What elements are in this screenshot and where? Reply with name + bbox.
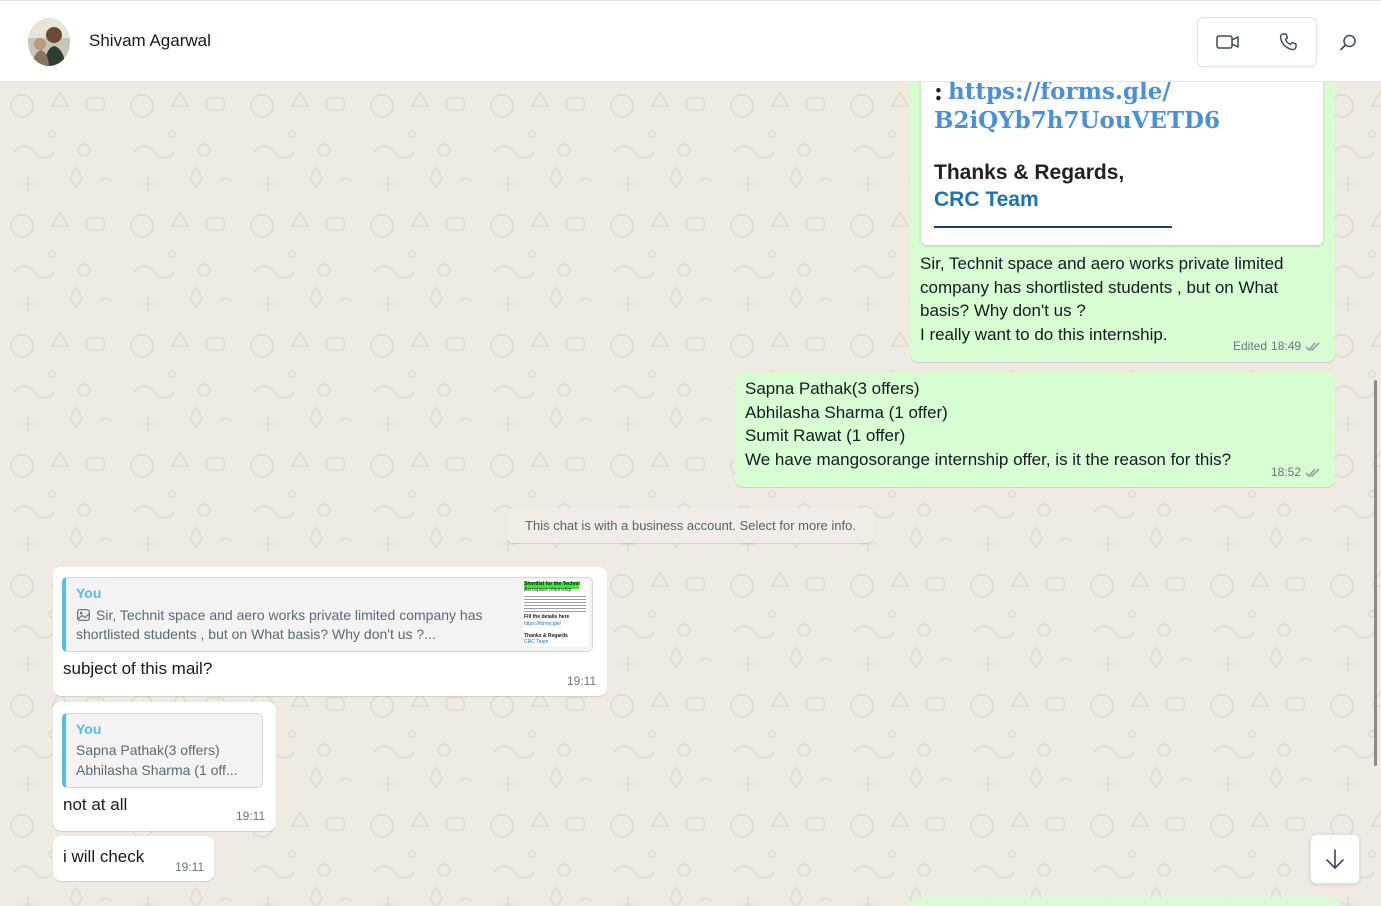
document-preview[interactable]: : https://forms.gle/ B2iQYb7h7UouVETD6 T…: [921, 82, 1323, 245]
search-icon: [1340, 34, 1356, 51]
message-text: not at all: [63, 795, 128, 814]
thumb-line: CRC Team: [524, 639, 549, 645]
chat-header: Shivam Agarwal: [0, 0, 1381, 82]
thumb-line: https://forms.gle/: [524, 621, 561, 627]
message-text: subject of this mail?: [63, 659, 213, 678]
message-time: 18:49: [1271, 339, 1302, 353]
message-meta: 19:11: [236, 809, 265, 823]
image-icon: [77, 609, 90, 621]
voice-call-button[interactable]: [1258, 18, 1318, 66]
message-bubble-outgoing-partial[interactable]: [910, 897, 1340, 906]
scroll-to-bottom-button[interactable]: [1310, 834, 1360, 884]
message-text: i will check: [63, 847, 145, 866]
quote-text: Sir, Technit space and aero works privat…: [76, 606, 526, 643]
document-divider: [934, 226, 1172, 228]
read-ticks-icon: [1305, 467, 1321, 478]
call-button-group: [1197, 17, 1317, 67]
chat-scrollbar[interactable]: [1374, 380, 1377, 766]
quote-author: You: [76, 721, 102, 737]
video-call-button[interactable]: [1198, 18, 1258, 66]
document-regards: Thanks & Regards,: [934, 161, 1125, 184]
message-bubble-incoming[interactable]: You Sir, Technit space and aero works pr…: [53, 567, 607, 696]
message-bubble-incoming[interactable]: i will check 19:11: [53, 836, 214, 881]
search-button[interactable]: [1333, 28, 1363, 58]
video-camera-icon: [1216, 35, 1239, 49]
message-meta: Edited 18:49: [1233, 339, 1321, 353]
message-bubble-incoming[interactable]: You Sapna Pathak(3 offers) Abhilasha Sha…: [53, 702, 276, 831]
message-text: Sir, Technit space and aero works privat…: [920, 254, 1284, 345]
message-meta: 19:11: [175, 860, 204, 874]
document-team: CRC Team: [934, 188, 1039, 211]
thumb-line: Fill the details here: [524, 614, 570, 620]
quote-text: Sapna Pathak(3 offers) Abhilasha Sharma …: [76, 742, 238, 778]
message-meta: 19:11: [567, 674, 596, 688]
quoted-message[interactable]: You Sapna Pathak(3 offers) Abhilasha Sha…: [62, 713, 263, 788]
quote-author: You: [76, 585, 102, 601]
message-bubble-outgoing[interactable]: : https://forms.gle/ B2iQYb7h7UouVETD6 T…: [910, 82, 1335, 362]
business-account-notice[interactable]: This chat is with a business account. Se…: [506, 508, 875, 543]
message-bubble-outgoing[interactable]: Sapna Pathak(3 offers) Abhilasha Sharma …: [735, 372, 1335, 487]
document-link[interactable]: https://forms.gle/ B2iQYb7h7UouVETD6: [934, 82, 1314, 135]
message-time: 19:11: [175, 860, 205, 874]
contact-avatar[interactable]: [28, 18, 70, 66]
message-text: Sapna Pathak(3 offers) Abhilasha Sharma …: [745, 379, 1232, 470]
edited-label: Edited: [1233, 339, 1268, 353]
message-meta: 18:52: [1271, 465, 1321, 479]
contact-name[interactable]: Shivam Agarwal: [89, 31, 211, 51]
quote-text-content: Sir, Technit space and aero works privat…: [76, 607, 483, 642]
phone-icon: [1279, 33, 1297, 51]
arrow-down-icon: [1326, 849, 1344, 869]
quote-thumbnail: Shortlist for the Technit Aerospace Inte…: [523, 580, 589, 646]
thumb-text-block: [524, 594, 586, 612]
chat-area[interactable]: : https://forms.gle/ B2iQYb7h7UouVETD6 T…: [0, 82, 1381, 906]
read-ticks-icon: [1305, 341, 1321, 352]
message-time: 19:11: [236, 809, 266, 823]
message-time: 19:11: [567, 674, 597, 688]
thumb-line: Aerospace Internship: [524, 587, 572, 593]
message-time: 18:52: [1271, 465, 1302, 479]
quoted-message[interactable]: You Sir, Technit space and aero works pr…: [62, 577, 593, 652]
